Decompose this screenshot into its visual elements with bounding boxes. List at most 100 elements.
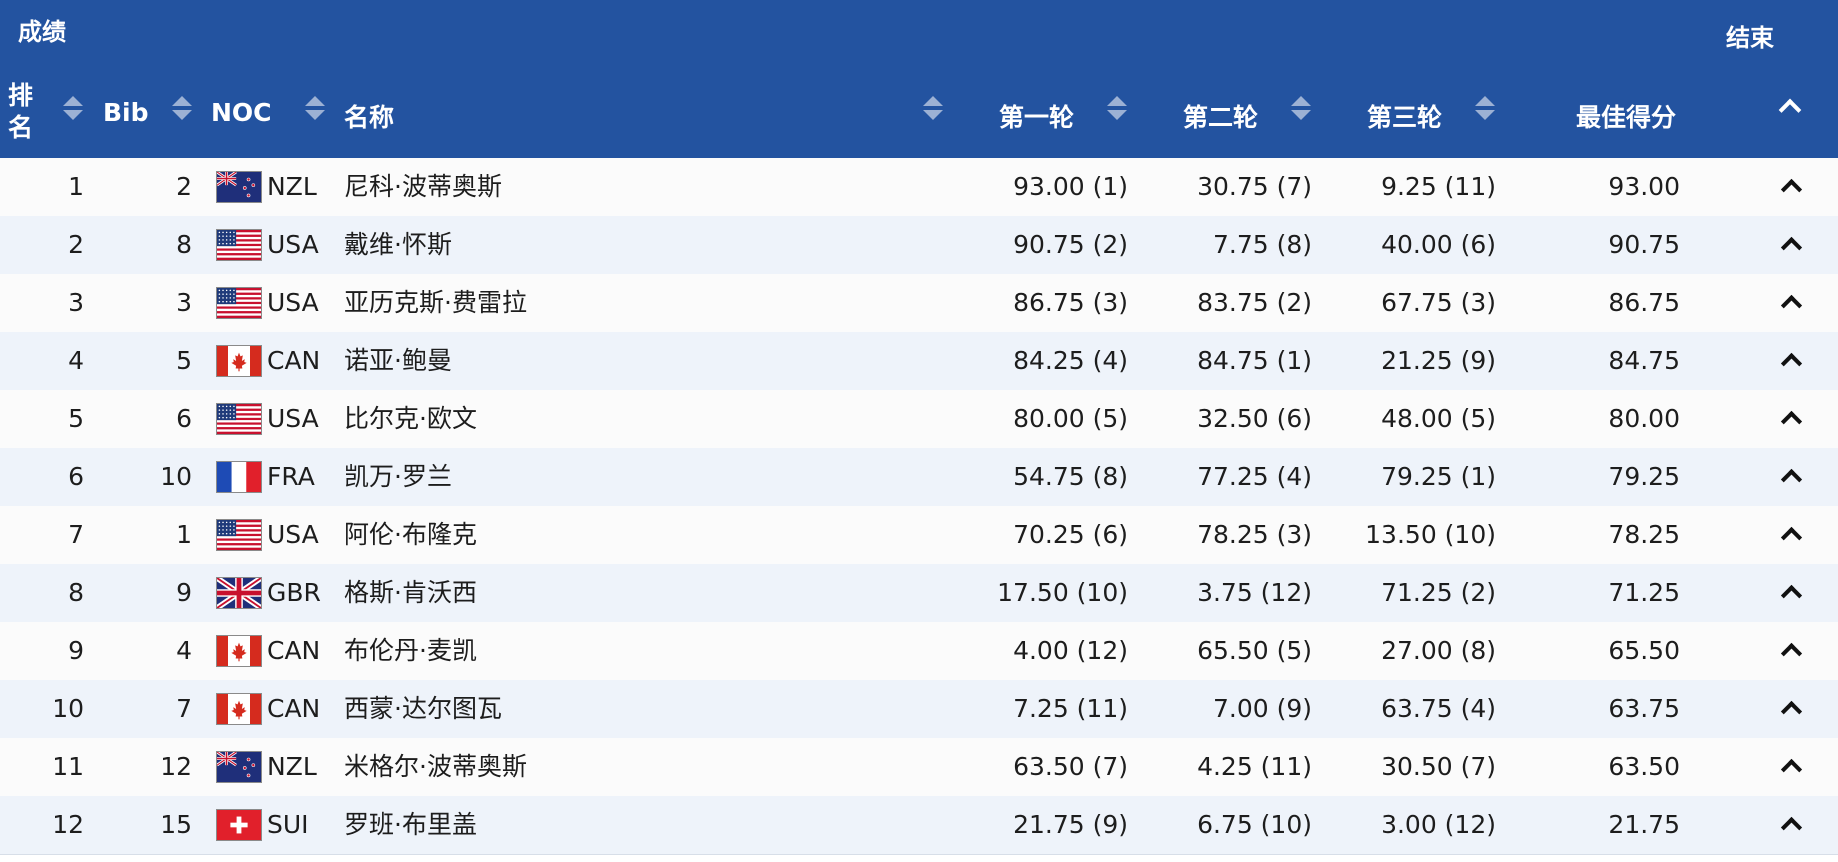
row-expand-chevron-up-icon[interactable] bbox=[1780, 410, 1803, 433]
sort-bib-icon[interactable] bbox=[172, 96, 192, 122]
run1-score: 4.00 (12) bbox=[1013, 636, 1128, 665]
sui-flag-icon bbox=[216, 809, 262, 841]
best-score: 90.75 bbox=[1608, 230, 1680, 259]
run2-score: 3.75 (12) bbox=[1197, 578, 1312, 607]
sort-run2-icon[interactable] bbox=[1291, 96, 1311, 122]
run3-score: 21.25 (9) bbox=[1381, 346, 1496, 375]
table-row[interactable]: 9 4 CAN 布伦丹·麦凯 4.00 (12) 65.50 (5) 27.00 (8) 65… bbox=[0, 622, 1838, 681]
table-row[interactable]: 12 15 SUI 罗班·布里盖 21.75 (9) 6.75 (10) 3.00 (12)… bbox=[0, 796, 1838, 855]
bib-cell: 3 bbox=[176, 288, 192, 317]
column-header-best-score[interactable]: 最佳得分 bbox=[1576, 98, 1676, 134]
run3-score: 3.00 (12) bbox=[1381, 810, 1496, 839]
rank-cell: 4 bbox=[68, 346, 84, 375]
row-expand-chevron-up-icon[interactable] bbox=[1780, 700, 1803, 723]
usa-flag-icon bbox=[216, 519, 262, 551]
row-expand-chevron-up-icon[interactable] bbox=[1780, 642, 1803, 665]
collapse-all-chevron-up-icon[interactable] bbox=[1778, 98, 1802, 122]
noc-code: GBR bbox=[267, 578, 321, 607]
sort-run3-icon[interactable] bbox=[1475, 96, 1495, 122]
rank-cell: 9 bbox=[68, 636, 84, 665]
results-header: 成绩 结束 排名 Bib NOC 名称 第一轮 第二轮 第三轮 最佳得分 bbox=[0, 0, 1838, 158]
bib-cell: 2 bbox=[176, 172, 192, 201]
athlete-name: 凯万·罗兰 bbox=[344, 462, 452, 491]
run1-score: 90.75 (2) bbox=[1013, 230, 1128, 259]
run3-score: 63.75 (4) bbox=[1381, 694, 1496, 723]
run3-score: 27.00 (8) bbox=[1381, 636, 1496, 665]
bib-cell: 10 bbox=[160, 462, 192, 491]
table-row[interactable]: 3 3 USA 亚历克斯·费雷拉 86.75 (3) 83.75 (2) 67.75 (3)… bbox=[0, 274, 1838, 333]
row-expand-chevron-up-icon[interactable] bbox=[1780, 178, 1803, 201]
run2-score: 7.00 (9) bbox=[1212, 694, 1312, 723]
rank-cell: 7 bbox=[68, 520, 84, 549]
table-row[interactable]: 5 6 USA 比尔克·欧文 80.00 (5) 32.50 (6) 48.00 (5) 80… bbox=[0, 390, 1838, 449]
table-row[interactable]: 10 7 CAN 西蒙·达尔图瓦 7.25 (11) 7.00 (9) 63.75 (4) 6… bbox=[0, 680, 1838, 739]
run2-score: 6.75 (10) bbox=[1197, 810, 1312, 839]
athlete-name: 罗班·布里盖 bbox=[344, 810, 477, 839]
row-expand-chevron-up-icon[interactable] bbox=[1780, 526, 1803, 549]
run3-score: 71.25 (2) bbox=[1381, 578, 1496, 607]
can-flag-icon bbox=[216, 693, 262, 725]
rank-cell: 10 bbox=[52, 694, 84, 723]
row-expand-chevron-up-icon[interactable] bbox=[1780, 758, 1803, 781]
athlete-name: 比尔克·欧文 bbox=[344, 404, 477, 433]
run3-score: 67.75 (3) bbox=[1381, 288, 1496, 317]
column-header-noc[interactable]: NOC bbox=[211, 98, 272, 127]
run2-score: 30.75 (7) bbox=[1197, 172, 1312, 201]
bib-cell: 15 bbox=[160, 810, 192, 839]
row-expand-chevron-up-icon[interactable] bbox=[1780, 294, 1803, 317]
row-expand-chevron-up-icon[interactable] bbox=[1780, 468, 1803, 491]
table-row[interactable]: 6 10 FRA 凯万·罗兰 54.75 (8) 77.25 (4) 79.25 (1) 79… bbox=[0, 448, 1838, 507]
run3-score: 30.50 (7) bbox=[1381, 752, 1496, 781]
best-score: 84.75 bbox=[1608, 346, 1680, 375]
rank-cell: 12 bbox=[52, 810, 84, 839]
table-row[interactable]: 1 2 NZL 尼科·波蒂奥斯 93.00 (1) 30.75 (7) 9.25 (11) 9… bbox=[0, 158, 1838, 217]
noc-code: CAN bbox=[267, 346, 321, 375]
noc-code: NZL bbox=[267, 752, 317, 781]
table-row[interactable]: 11 12 NZL 米格尔·波蒂奥斯 63.50 (7) 4.25 (11) 30.50 (… bbox=[0, 738, 1838, 797]
table-row[interactable]: 4 5 CAN 诺亚·鲍曼 84.25 (4) 84.75 (1) 21.25 (9) 84.… bbox=[0, 332, 1838, 391]
bib-cell: 8 bbox=[176, 230, 192, 259]
table-row[interactable]: 7 1 USA 阿伦·布隆克 70.25 (6) 78.25 (3) 13.50 (10) 7… bbox=[0, 506, 1838, 565]
row-expand-chevron-up-icon[interactable] bbox=[1780, 352, 1803, 375]
rank-cell: 11 bbox=[52, 752, 84, 781]
run3-score: 48.00 (5) bbox=[1381, 404, 1496, 433]
noc-code: FRA bbox=[267, 462, 315, 491]
athlete-name: 戴维·怀斯 bbox=[344, 230, 452, 259]
column-header-name[interactable]: 名称 bbox=[344, 98, 394, 134]
table-row[interactable]: 8 9 GBR 格斯·肯沃西 17.50 (10) 3.75 (12) 71.25 (2) 7… bbox=[0, 564, 1838, 623]
sort-noc-icon[interactable] bbox=[305, 96, 325, 122]
athlete-name: 米格尔·波蒂奥斯 bbox=[344, 752, 527, 781]
column-header-run2[interactable]: 第二轮 bbox=[1183, 98, 1258, 134]
bib-cell: 9 bbox=[176, 578, 192, 607]
bib-cell: 5 bbox=[176, 346, 192, 375]
sort-rank-icon[interactable] bbox=[63, 96, 83, 122]
column-header-bib[interactable]: Bib bbox=[103, 98, 149, 127]
row-expand-chevron-up-icon[interactable] bbox=[1780, 816, 1803, 839]
sort-run1-icon[interactable] bbox=[1107, 96, 1127, 122]
rank-cell: 3 bbox=[68, 288, 84, 317]
fra-flag-icon bbox=[216, 461, 262, 493]
noc-code: USA bbox=[267, 288, 319, 317]
run2-score: 7.75 (8) bbox=[1212, 230, 1312, 259]
rank-cell: 2 bbox=[68, 230, 84, 259]
column-header-rank[interactable]: 排名 bbox=[8, 80, 38, 144]
noc-code: SUI bbox=[267, 810, 309, 839]
can-flag-icon bbox=[216, 635, 262, 667]
run2-score: 4.25 (11) bbox=[1197, 752, 1312, 781]
run1-score: 86.75 (3) bbox=[1013, 288, 1128, 317]
run3-score: 13.50 (10) bbox=[1365, 520, 1496, 549]
event-status: 结束 bbox=[1726, 24, 1774, 52]
noc-code: USA bbox=[267, 230, 319, 259]
run2-score: 32.50 (6) bbox=[1197, 404, 1312, 433]
bib-cell: 7 bbox=[176, 694, 192, 723]
row-expand-chevron-up-icon[interactable] bbox=[1780, 236, 1803, 259]
row-expand-chevron-up-icon[interactable] bbox=[1780, 584, 1803, 607]
can-flag-icon bbox=[216, 345, 262, 377]
column-header-run1[interactable]: 第一轮 bbox=[999, 98, 1074, 134]
sort-name-icon[interactable] bbox=[923, 96, 943, 122]
run2-score: 77.25 (4) bbox=[1197, 462, 1312, 491]
run1-score: 7.25 (11) bbox=[1013, 694, 1128, 723]
best-score: 63.75 bbox=[1608, 694, 1680, 723]
table-row[interactable]: 2 8 USA 戴维·怀斯 90.75 (2) 7.75 (8) 40.00 (6) 90.7… bbox=[0, 216, 1838, 275]
column-header-run3[interactable]: 第三轮 bbox=[1367, 98, 1442, 134]
